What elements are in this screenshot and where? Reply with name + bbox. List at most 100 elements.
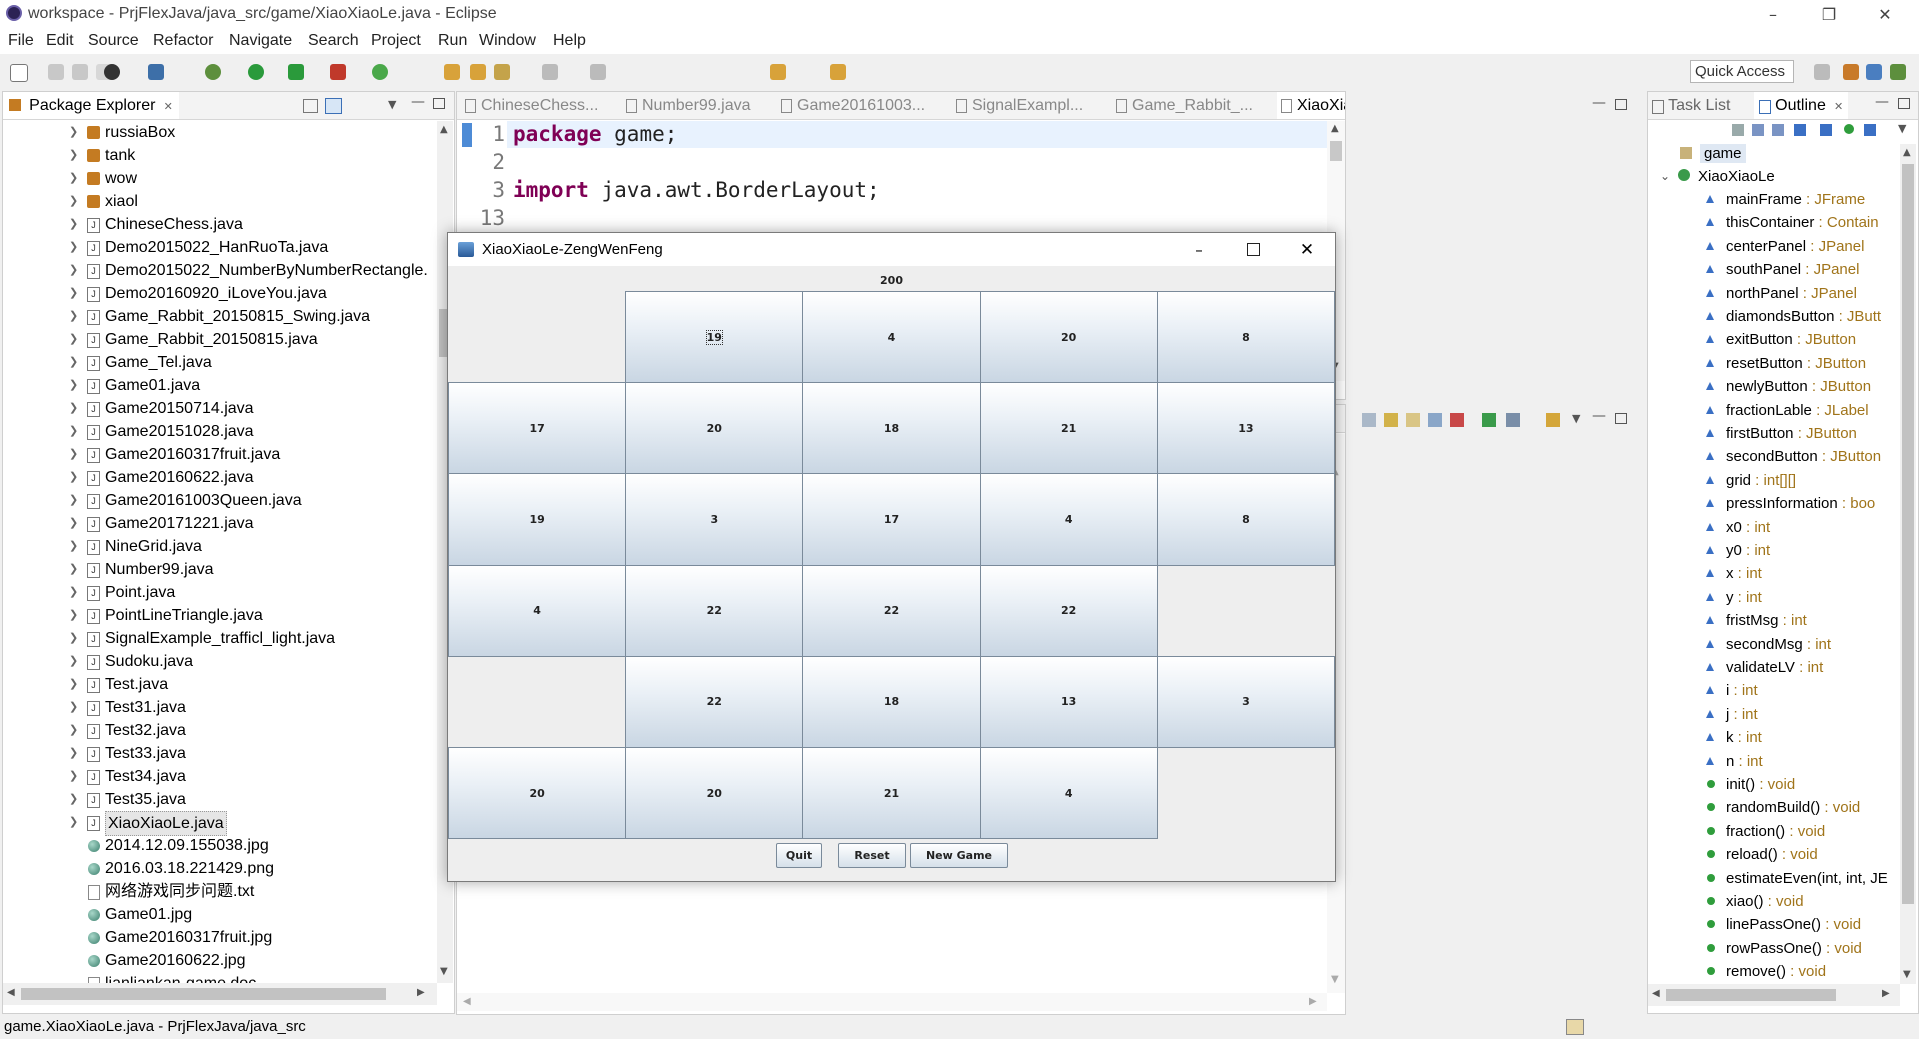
tree-item[interactable]: Game20160622.jpg [3,949,437,972]
tree-item[interactable]: ❯ J Test32.java [3,719,437,742]
maximize-view-icon[interactable] [1898,98,1910,109]
collapse-all-icon[interactable] [303,99,318,113]
minimize-view-icon[interactable]: — [411,94,425,110]
tree-item[interactable]: ❯ J SignalExample_trafficl_light.java [3,627,437,650]
tree-item[interactable]: ❯ J Sudoku.java [3,650,437,673]
tile-button[interactable]: 20 [979,291,1158,384]
outline-method[interactable]: linePassOne() : void [1648,915,1900,934]
scroll-right-arrow[interactable]: ▶ [1882,988,1890,999]
outline-field[interactable]: thisContainer : Contain [1648,213,1900,232]
tree-item[interactable]: ❯ russiaBox [3,121,437,144]
outline-field[interactable]: pressInformation : boo [1648,494,1900,513]
tree-item[interactable]: ❯ tank [3,144,437,167]
search-icon[interactable] [494,64,510,80]
debug-icon[interactable] [205,64,221,80]
tile-button[interactable]: 17 [448,382,627,475]
focus-icon[interactable] [1844,124,1854,134]
open-task-icon[interactable] [470,64,486,80]
tile-button[interactable]: 4 [802,291,981,384]
scroll-up-arrow[interactable]: ▲ [440,124,448,135]
tile-button[interactable]: 3 [625,473,804,566]
scroll-left-arrow[interactable]: ◀ [7,987,15,998]
expand-arrow-icon[interactable]: ❯ [69,397,78,420]
outline-field[interactable]: newlyButton : JButton [1648,377,1900,396]
scroll-left-arrow[interactable]: ◀ [1652,988,1660,999]
view-menu-icon[interactable]: ▼ [1898,122,1906,135]
outline-field[interactable]: firstButton : JButton [1648,424,1900,443]
close-button[interactable]: ✕ [1857,0,1913,28]
collapse-arrow-icon[interactable]: ⌄ [1660,167,1670,186]
tile-button[interactable]: 3 [1156,655,1335,748]
minimize-view-icon[interactable]: — [1875,94,1889,110]
debug-perspective-icon[interactable] [1890,64,1906,80]
scroll-right-arrow[interactable]: ▶ [417,987,425,998]
tree-item[interactable]: ❯ J Demo2015022_HanRuoTa.java [3,236,437,259]
expand-arrow-icon[interactable]: ❯ [69,282,78,305]
expand-arrow-icon[interactable]: ❯ [69,259,78,282]
outline-field[interactable]: fractionLable : JLabel [1648,401,1900,420]
outline-method[interactable]: remove() : void [1648,962,1900,981]
expand-arrow-icon[interactable]: ❯ [69,811,78,834]
outline-vscrollbar[interactable]: ▲ ▼ [1900,144,1916,984]
run-icon[interactable] [248,64,264,80]
outline-field[interactable]: fristMsg : int [1648,611,1900,630]
menu-run[interactable]: Run [438,32,467,50]
tree-item[interactable]: ❯ wow [3,167,437,190]
tile-button[interactable]: 20 [625,747,804,840]
outline-field[interactable]: y : int [1648,588,1900,607]
dialog-close-button[interactable]: ✕ [1282,233,1332,266]
clear-console-icon[interactable] [1362,413,1376,427]
tree-item[interactable]: ❯ J Number99.java [3,558,437,581]
scroll-up-arrow[interactable]: ▲ [1903,147,1911,158]
expand-arrow-icon[interactable]: ❯ [69,673,78,696]
outline-method[interactable]: init() : void [1648,775,1900,794]
console-icon[interactable] [148,64,164,80]
tree-item[interactable]: ❯ xiaol [3,190,437,213]
dialog-maximize-button[interactable] [1228,233,1278,266]
tree-item[interactable]: ❯ J Test33.java [3,742,437,765]
outline-field[interactable]: x0 : int [1648,518,1900,537]
tree-item[interactable]: ❯ J PointLineTriangle.java [3,604,437,627]
expand-arrow-icon[interactable]: ❯ [69,351,78,374]
editor-restore-icon[interactable] [1615,99,1627,110]
menu-project[interactable]: Project [371,32,421,50]
editor-max-icon[interactable]: — [1592,95,1606,111]
expand-arrow-icon[interactable]: ❯ [69,581,78,604]
scroll-left-arrow[interactable]: ◀ [463,996,471,1007]
save-icon[interactable] [48,64,64,80]
editor-tab[interactable]: Game_Rabbit_... [1112,92,1257,119]
tile-button[interactable]: 20 [448,747,627,840]
tile-button[interactable]: 19 [625,291,804,384]
console-hscrollbar[interactable]: ◀ ▶ [457,993,1327,1011]
tile-button[interactable]: 21 [802,747,981,840]
open-console-icon[interactable] [1482,413,1496,427]
expand-arrow-icon[interactable]: ❯ [69,627,78,650]
outline-method[interactable]: estimateEven(int, int, JE [1648,869,1900,888]
scroll-thumb[interactable] [1902,164,1914,904]
dialog-titlebar[interactable]: XiaoXiaoLe-ZengWenFeng – ✕ [448,233,1335,266]
expand-arrow-icon[interactable]: ❯ [69,535,78,558]
display-console-icon[interactable] [1506,413,1520,427]
tile-button[interactable]: 22 [625,655,804,748]
tree-item[interactable]: 2014.12.09.155038.jpg [3,834,437,857]
new-class-icon[interactable] [372,64,388,80]
outline-method[interactable]: randomBuild() : void [1648,798,1900,817]
horizontal-scrollbar[interactable]: ◀ ▶ [3,983,437,1005]
menu-help[interactable]: Help [553,32,586,50]
outline-hscrollbar[interactable]: ◀ ▶ [1648,984,1900,1006]
menu-window[interactable]: Window [479,32,536,50]
outline-method[interactable]: reload() : void [1648,845,1900,864]
menu-refactor[interactable]: Refactor [153,32,213,50]
outline-method[interactable]: xiao() : void [1648,892,1900,911]
external-tools-icon[interactable] [330,64,346,80]
tree-item[interactable]: ❯ J Game20171221.java [3,512,437,535]
tile-button[interactable]: 4 [979,747,1158,840]
editor-tab[interactable]: XiaoXiaoLe.java✕ [1277,92,1345,119]
outline-method[interactable]: rowPassOne() : void [1648,939,1900,958]
outline-field[interactable]: k : int [1648,728,1900,747]
outline-field[interactable]: validateLV : int [1648,658,1900,677]
reset-button[interactable]: Reset [838,843,906,868]
tree-item[interactable]: ❯ J Test35.java [3,788,437,811]
outline-field[interactable]: grid : int[][] [1648,471,1900,490]
menu-edit[interactable]: Edit [46,32,74,50]
